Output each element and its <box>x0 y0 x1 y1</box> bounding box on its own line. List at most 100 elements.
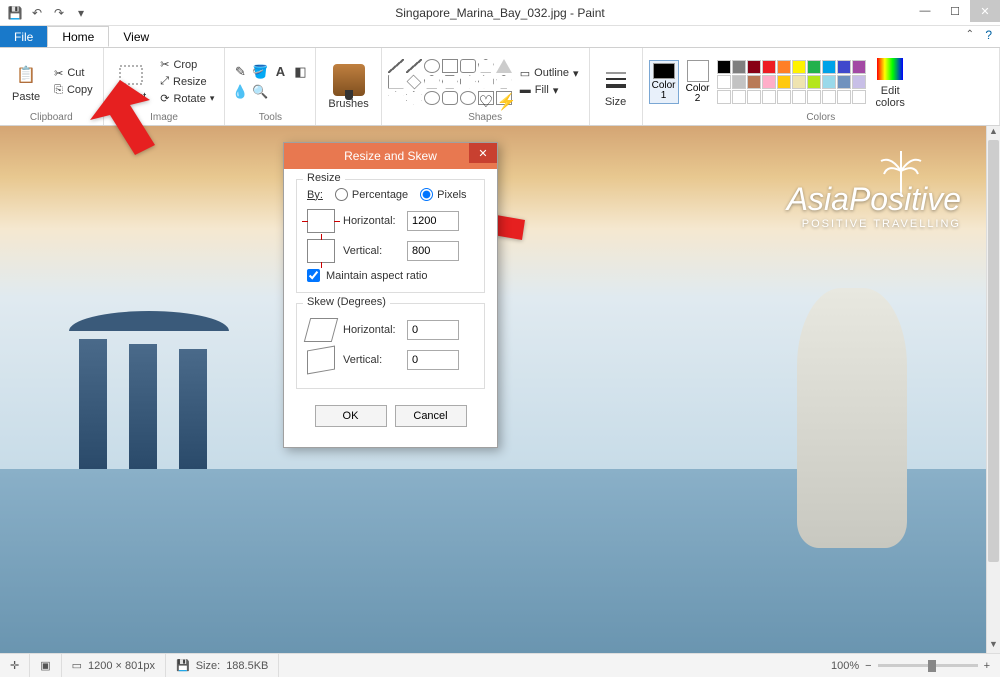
shape-curve-icon[interactable] <box>406 59 422 73</box>
tab-view[interactable]: View <box>109 26 163 47</box>
shape-callout-icon[interactable] <box>424 91 440 105</box>
shape-line-icon[interactable] <box>388 59 404 73</box>
zoom-out-button[interactable]: − <box>865 660 871 672</box>
palette-color[interactable] <box>732 75 746 89</box>
color1-button[interactable]: Color 1 <box>649 60 679 104</box>
cancel-button[interactable]: Cancel <box>395 405 467 427</box>
resize-button[interactable]: ⤢Resize <box>156 74 218 89</box>
shape-heart-icon[interactable]: ♡ <box>478 91 494 105</box>
shape-roundrect-icon[interactable] <box>460 59 476 73</box>
scroll-down-icon[interactable]: ▼ <box>987 639 1000 653</box>
palette-color[interactable] <box>747 90 761 104</box>
scroll-up-icon[interactable]: ▲ <box>987 126 1000 140</box>
dialog-titlebar[interactable]: Resize and Skew ✕ <box>284 143 497 169</box>
skew-horizontal-input[interactable] <box>407 320 459 340</box>
shape-pentagon-icon[interactable] <box>424 75 440 89</box>
picker-tool-icon[interactable]: 💧 <box>231 83 249 101</box>
palette-color[interactable] <box>822 60 836 74</box>
maximize-button[interactable]: ☐ <box>940 0 970 22</box>
palette-color[interactable] <box>807 60 821 74</box>
palette-color[interactable] <box>777 75 791 89</box>
palette-color[interactable] <box>852 75 866 89</box>
cut-button[interactable]: ✂Cut <box>50 66 97 81</box>
palette-color[interactable] <box>762 60 776 74</box>
palette-color[interactable] <box>807 75 821 89</box>
fill-tool-icon[interactable]: 🪣 <box>251 63 269 81</box>
close-button[interactable]: ✕ <box>970 0 1000 22</box>
shape-diamond-icon[interactable] <box>406 74 421 89</box>
outline-button[interactable]: ▭Outline ▾ <box>516 66 583 81</box>
palette-color[interactable] <box>822 90 836 104</box>
vertical-scrollbar[interactable]: ▲ ▼ <box>986 126 1000 653</box>
undo-icon[interactable]: ↶ <box>28 4 46 22</box>
ok-button[interactable]: OK <box>315 405 387 427</box>
shape-arrow-l-icon[interactable] <box>478 75 494 89</box>
palette-color[interactable] <box>747 75 761 89</box>
minimize-button[interactable]: — <box>910 0 940 22</box>
palette-color[interactable] <box>837 75 851 89</box>
shape-rect-icon[interactable] <box>442 59 458 73</box>
redo-icon[interactable]: ↷ <box>50 4 68 22</box>
shape-polygon-icon[interactable] <box>478 59 494 73</box>
dialog-close-button[interactable]: ✕ <box>469 143 497 163</box>
qat-dropdown-icon[interactable]: ▾ <box>72 4 90 22</box>
eraser-tool-icon[interactable]: ◧ <box>291 63 309 81</box>
palette-color[interactable] <box>762 90 776 104</box>
shape-cloud-icon[interactable] <box>460 91 476 105</box>
size-button[interactable]: Size <box>596 64 636 110</box>
minimize-ribbon-icon[interactable]: ⌃ <box>966 29 974 40</box>
resize-vertical-input[interactable] <box>407 241 459 261</box>
palette-color[interactable] <box>717 75 731 89</box>
radio-pixels[interactable]: Pixels <box>420 188 466 201</box>
palette-color[interactable] <box>852 60 866 74</box>
palette-color[interactable] <box>717 90 731 104</box>
palette-color[interactable] <box>852 90 866 104</box>
save-icon[interactable]: 💾 <box>6 4 24 22</box>
fill-button[interactable]: ▬Fill ▾ <box>516 83 583 98</box>
palette-color[interactable] <box>732 60 746 74</box>
skew-vertical-input[interactable] <box>407 350 459 370</box>
magnifier-tool-icon[interactable]: 🔍 <box>251 83 269 101</box>
shape-hexagon-icon[interactable] <box>442 75 458 89</box>
radio-percentage[interactable]: Percentage <box>335 188 408 201</box>
shape-right-tri-icon[interactable] <box>388 75 404 89</box>
palette-color[interactable] <box>837 60 851 74</box>
color2-button[interactable]: Color 2 <box>683 60 713 104</box>
paste-button[interactable]: 📋 Paste <box>6 59 46 105</box>
pencil-tool-icon[interactable]: ✎ <box>231 63 249 81</box>
shape-callout2-icon[interactable] <box>442 91 458 105</box>
palette-color[interactable] <box>792 90 806 104</box>
shape-lightning-icon[interactable]: ⚡ <box>496 91 512 105</box>
zoom-in-button[interactable]: + <box>984 660 990 672</box>
palette-color[interactable] <box>717 60 731 74</box>
palette-color[interactable] <box>792 75 806 89</box>
palette-color[interactable] <box>822 75 836 89</box>
shape-triangle-icon[interactable] <box>496 59 512 73</box>
scrollbar-thumb[interactable] <box>988 140 999 562</box>
shape-star-icon[interactable] <box>388 91 404 105</box>
palette-color[interactable] <box>777 60 791 74</box>
crop-button[interactable]: ✂Crop <box>156 57 218 72</box>
brushes-button[interactable]: Brushes <box>322 62 374 112</box>
palette-color[interactable] <box>777 90 791 104</box>
tab-home[interactable]: Home <box>47 26 109 47</box>
help-icon[interactable]: ? <box>985 28 992 42</box>
palette-color[interactable] <box>762 75 776 89</box>
shapes-gallery[interactable]: ♡ ⚡ <box>388 59 512 105</box>
palette-color[interactable] <box>747 60 761 74</box>
shape-oval-icon[interactable] <box>424 59 440 73</box>
tab-file[interactable]: File <box>0 26 47 47</box>
palette-color[interactable] <box>837 90 851 104</box>
rotate-button[interactable]: ⟳Rotate ▾ <box>156 91 218 106</box>
palette-color[interactable] <box>732 90 746 104</box>
shape-arrow-r-icon[interactable] <box>460 75 476 89</box>
edit-colors-button[interactable]: Edit colors <box>870 53 911 111</box>
text-tool-icon[interactable]: A <box>271 63 289 81</box>
aspect-ratio-checkbox[interactable]: Maintain aspect ratio <box>307 269 474 282</box>
palette-color[interactable] <box>792 60 806 74</box>
palette-color[interactable] <box>807 90 821 104</box>
zoom-slider[interactable] <box>878 664 978 667</box>
shape-star6-icon[interactable] <box>406 91 422 105</box>
shape-arrow-u-icon[interactable] <box>496 75 512 89</box>
resize-horizontal-input[interactable] <box>407 211 459 231</box>
